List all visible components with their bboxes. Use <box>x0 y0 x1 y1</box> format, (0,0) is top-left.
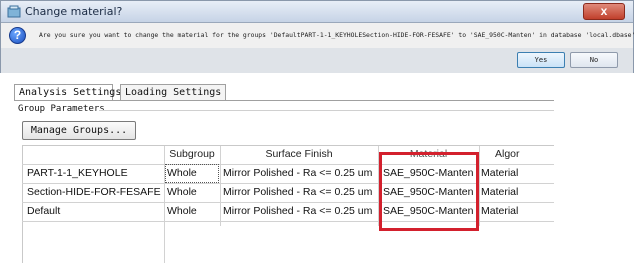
app-icon <box>7 5 21 18</box>
dialog-message: Are you sure you want to change the mate… <box>39 31 634 39</box>
dialog-title: Change material? <box>25 5 123 18</box>
close-icon: x <box>600 4 608 18</box>
tab-divider <box>14 100 554 101</box>
yes-button[interactable]: Yes <box>517 52 565 68</box>
column-header-name[interactable] <box>23 146 164 164</box>
table-row-3-name[interactable]: Default <box>27 202 163 221</box>
question-icon: ? <box>9 27 26 44</box>
material-column-highlight <box>379 152 479 231</box>
table-row-2-algorithm[interactable]: Material <box>481 183 553 202</box>
manage-groups-button[interactable]: Manage Groups... <box>22 121 136 140</box>
close-button[interactable]: x <box>583 3 625 20</box>
no-button[interactable]: No <box>570 52 618 68</box>
grid-line <box>479 146 480 226</box>
tab-analysis-settings[interactable]: Analysis Settings <box>14 84 121 101</box>
table-row-2-surface-finish[interactable]: Mirror Polished - Ra <= 0.25 um <box>223 183 377 202</box>
table-row-1-subgroup[interactable]: Whole <box>165 164 219 183</box>
group-parameters-label: Group Parameters <box>18 104 105 114</box>
grid-line <box>220 146 221 226</box>
column-header-subgroup[interactable]: Subgroup <box>164 146 220 164</box>
table-row-1-surface-finish[interactable]: Mirror Polished - Ra <= 0.25 um <box>223 164 377 183</box>
group-divider <box>99 110 554 111</box>
table-row-3-algorithm[interactable]: Material <box>481 202 553 221</box>
table-row-3-surface-finish[interactable]: Mirror Polished - Ra <= 0.25 um <box>223 202 377 221</box>
column-header-surface-finish[interactable]: Surface Finish <box>220 146 378 164</box>
table-row-3-subgroup[interactable]: Whole <box>165 202 219 221</box>
column-header-algorithm[interactable]: Algor <box>479 146 554 164</box>
table-row-1-algorithm[interactable]: Material <box>481 164 553 183</box>
change-material-dialog: Change material? x ? Are you sure you wa… <box>0 0 634 73</box>
table-row-1-name[interactable]: PART-1-1_KEYHOLE <box>27 164 163 183</box>
table-row-2-subgroup[interactable]: Whole <box>165 183 219 202</box>
table-row-2-name[interactable]: Section-HIDE-FOR-FESAFE <box>27 183 163 202</box>
tab-loading-settings[interactable]: Loading Settings <box>120 84 226 100</box>
dialog-titlebar[interactable]: Change material? x <box>1 1 633 23</box>
